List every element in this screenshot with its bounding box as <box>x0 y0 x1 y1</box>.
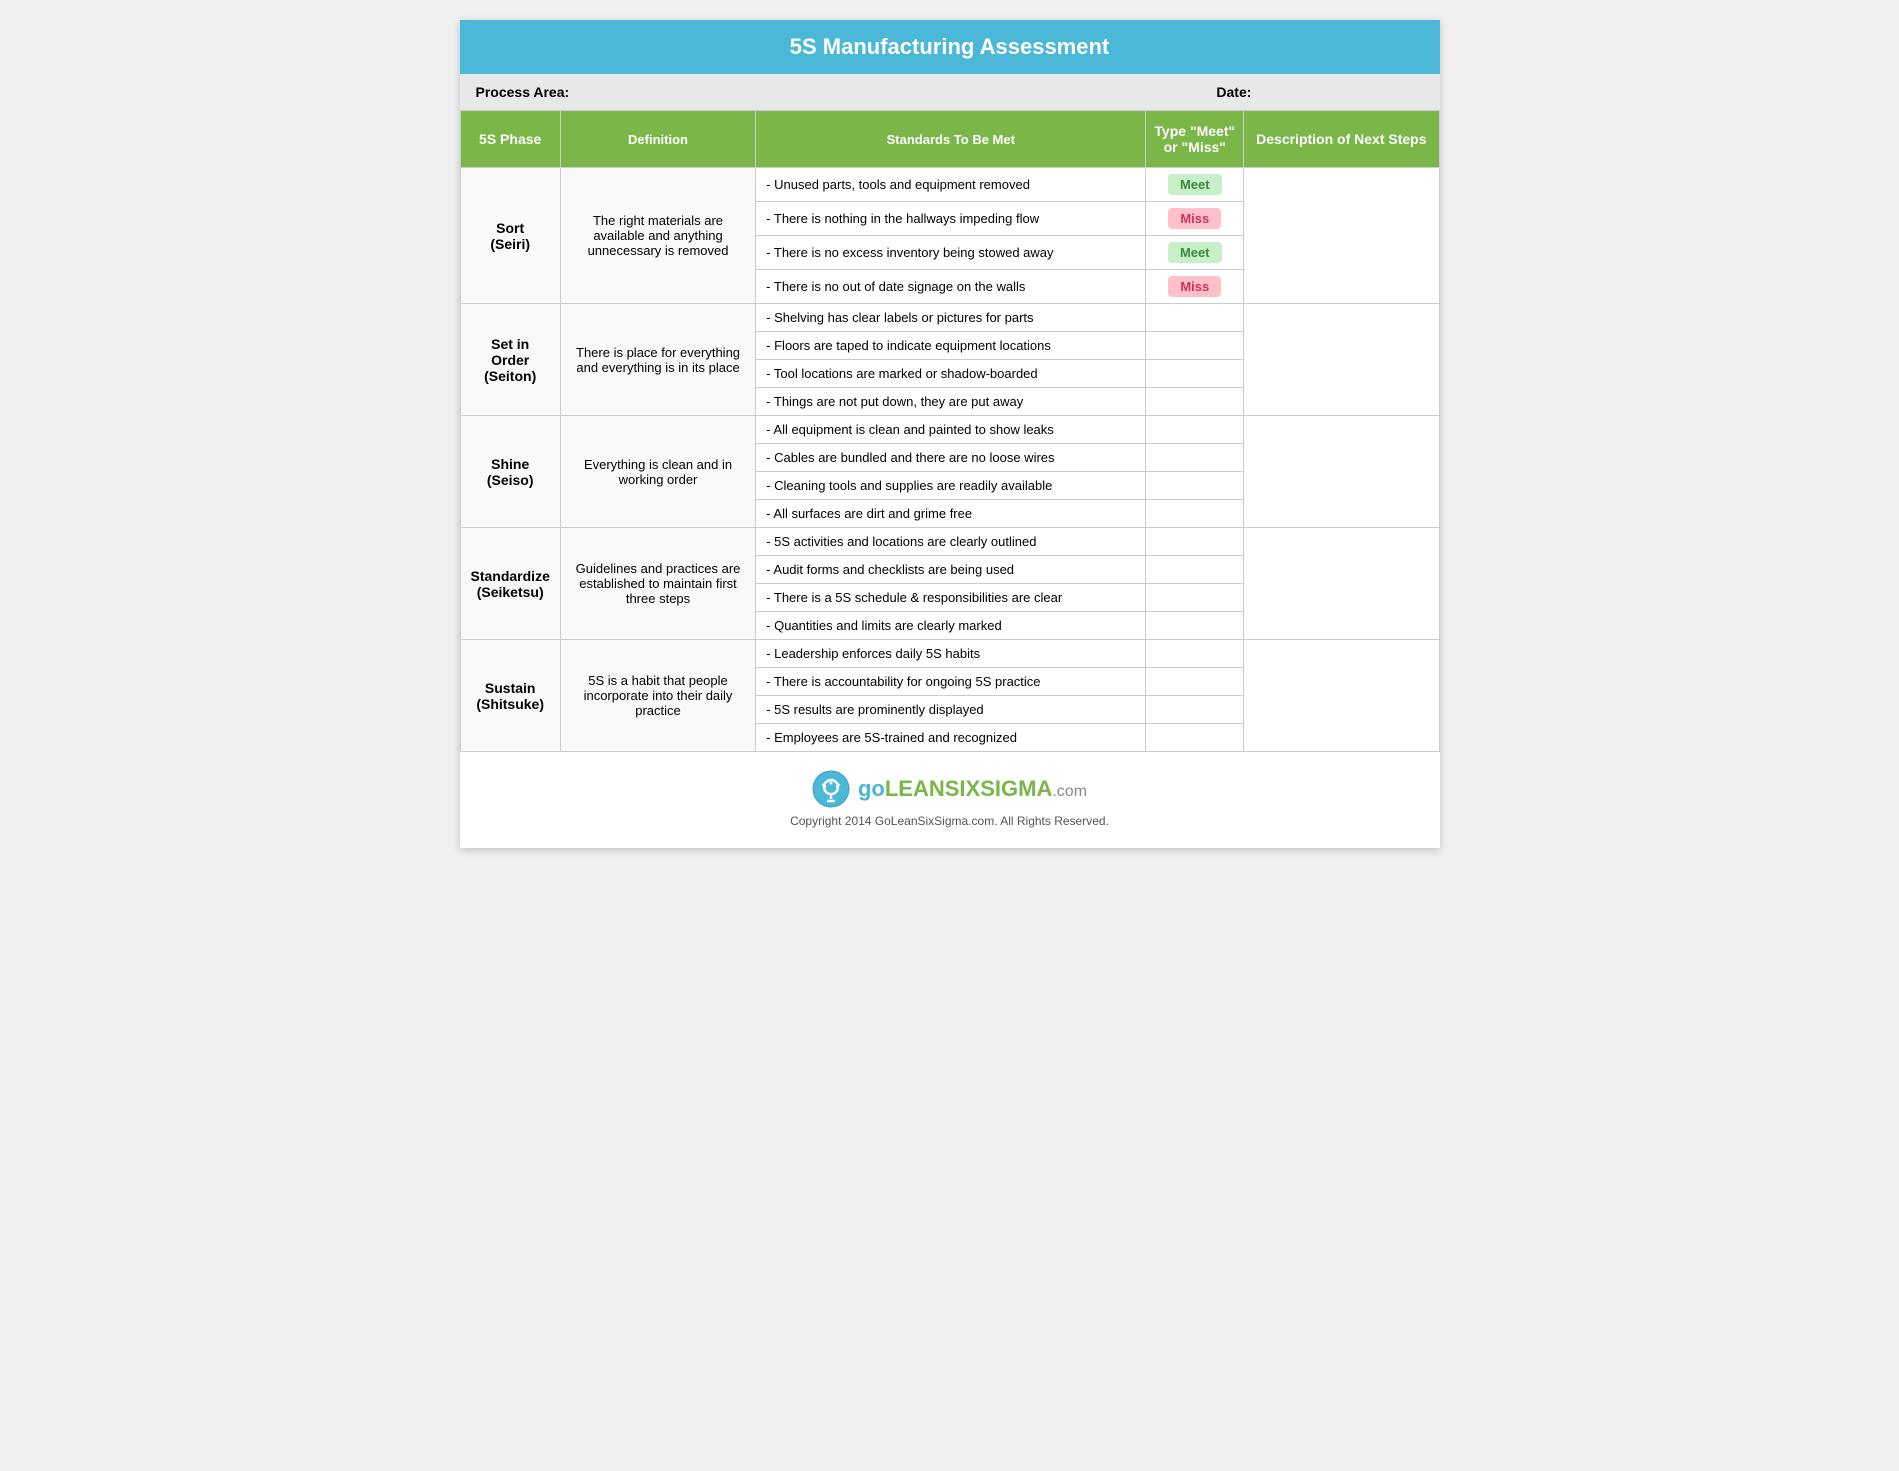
copyright-text: Copyright 2014 GoLeanSixSigma.com. All R… <box>460 814 1440 828</box>
standard-text: - Employees are 5S-trained and recognize… <box>756 724 1146 752</box>
standard-text: - Cables are bundled and there are no lo… <box>756 444 1146 472</box>
table-row: Sort(Seiri)The right materials are avail… <box>460 168 1439 202</box>
table-row: Standardize(Seiketsu)Guidelines and prac… <box>460 528 1439 556</box>
header-definition: Definition <box>560 111 755 168</box>
footer: goLEANSIXSIGMA.com Copyright 2014 GoLean… <box>460 770 1440 828</box>
phase-name: Sort(Seiri) <box>460 168 560 304</box>
standard-text: - All equipment is clean and painted to … <box>756 416 1146 444</box>
table-row: Set in Order(Seiton)There is place for e… <box>460 304 1439 332</box>
phase-definition: There is place for everything and everyt… <box>560 304 755 416</box>
next-steps-cell[interactable] <box>1244 168 1439 304</box>
meet-miss-cell[interactable] <box>1146 556 1244 584</box>
standard-text: - Things are not put down, they are put … <box>756 388 1146 416</box>
meet-miss-cell[interactable] <box>1146 360 1244 388</box>
standard-text: - Quantities and limits are clearly mark… <box>756 612 1146 640</box>
phase-definition: 5S is a habit that people incorporate in… <box>560 640 755 752</box>
phase-name: Shine(Seiso) <box>460 416 560 528</box>
meet-miss-cell[interactable] <box>1146 388 1244 416</box>
meet-miss-cell[interactable] <box>1146 584 1244 612</box>
standard-text: - There is no excess inventory being sto… <box>756 236 1146 270</box>
logo-go: go <box>858 776 885 801</box>
logo-text: goLEANSIXSIGMA.com <box>858 776 1087 802</box>
standard-text: - Audit forms and checklists are being u… <box>756 556 1146 584</box>
meet-miss-cell[interactable] <box>1146 416 1244 444</box>
phase-definition: Guidelines and practices are established… <box>560 528 755 640</box>
assessment-table: 5S Phase Definition Standards To Be Met … <box>460 110 1440 752</box>
standard-text: - There is no out of date signage on the… <box>756 270 1146 304</box>
meet-miss-cell[interactable] <box>1146 640 1244 668</box>
standard-text: - There is a 5S schedule & responsibilit… <box>756 584 1146 612</box>
next-steps-cell[interactable] <box>1244 528 1439 640</box>
meet-miss-cell[interactable]: Meet <box>1146 236 1244 270</box>
footer-logo: goLEANSIXSIGMA.com <box>460 770 1440 808</box>
process-area-label: Process Area: <box>476 84 1045 100</box>
standard-text: - There is nothing in the hallways imped… <box>756 202 1146 236</box>
phase-definition: The right materials are available and an… <box>560 168 755 304</box>
meet-miss-cell[interactable]: Miss <box>1146 202 1244 236</box>
phase-name: Set in Order(Seiton) <box>460 304 560 416</box>
miss-badge: Miss <box>1168 276 1221 297</box>
meet-miss-cell[interactable]: Miss <box>1146 270 1244 304</box>
meet-miss-cell[interactable] <box>1146 528 1244 556</box>
standard-text: - Tool locations are marked or shadow-bo… <box>756 360 1146 388</box>
header-standards: Standards To Be Met <box>756 111 1146 168</box>
phase-name: Standardize(Seiketsu) <box>460 528 560 640</box>
standard-text: - 5S activities and locations are clearl… <box>756 528 1146 556</box>
meet-miss-cell[interactable]: Meet <box>1146 168 1244 202</box>
meet-miss-cell[interactable] <box>1146 724 1244 752</box>
standard-text: - Unused parts, tools and equipment remo… <box>756 168 1146 202</box>
phase-definition: Everything is clean and in working order <box>560 416 755 528</box>
miss-badge: Miss <box>1168 208 1221 229</box>
header-phase: 5S Phase <box>460 111 560 168</box>
page-title: 5S Manufacturing Assessment <box>460 20 1440 74</box>
header-meet-miss: Type "Meet"or "Miss" <box>1146 111 1244 168</box>
date-label: Date: <box>1044 84 1423 100</box>
table-header-row: 5S Phase Definition Standards To Be Met … <box>460 111 1439 168</box>
meta-row: Process Area: Date: <box>460 74 1440 110</box>
meet-miss-cell[interactable] <box>1146 332 1244 360</box>
logo-six: SIX <box>945 776 980 801</box>
standard-text: - All surfaces are dirt and grime free <box>756 500 1146 528</box>
meet-badge: Meet <box>1168 242 1222 263</box>
phase-name: Sustain(Shitsuke) <box>460 640 560 752</box>
standard-text: - Floors are taped to indicate equipment… <box>756 332 1146 360</box>
meet-miss-cell[interactable] <box>1146 696 1244 724</box>
table-row: Shine(Seiso)Everything is clean and in w… <box>460 416 1439 444</box>
meet-miss-cell[interactable] <box>1146 304 1244 332</box>
next-steps-cell[interactable] <box>1244 640 1439 752</box>
standard-text: - Shelving has clear labels or pictures … <box>756 304 1146 332</box>
logo-com: .com <box>1052 783 1087 800</box>
next-steps-cell[interactable] <box>1244 304 1439 416</box>
standard-text: - Cleaning tools and supplies are readil… <box>756 472 1146 500</box>
page-wrapper: 5S Manufacturing Assessment Process Area… <box>460 20 1440 848</box>
meet-badge: Meet <box>1168 174 1222 195</box>
logo-icon <box>812 770 850 808</box>
standard-text: - 5S results are prominently displayed <box>756 696 1146 724</box>
logo-lean: LEAN <box>885 776 945 801</box>
meet-miss-cell[interactable] <box>1146 444 1244 472</box>
meet-miss-cell[interactable] <box>1146 500 1244 528</box>
next-steps-cell[interactable] <box>1244 416 1439 528</box>
meet-miss-cell[interactable] <box>1146 612 1244 640</box>
standard-text: - There is accountability for ongoing 5S… <box>756 668 1146 696</box>
header-next-steps: Description of Next Steps <box>1244 111 1439 168</box>
standard-text: - Leadership enforces daily 5S habits <box>756 640 1146 668</box>
table-row: Sustain(Shitsuke)5S is a habit that peop… <box>460 640 1439 668</box>
meet-miss-cell[interactable] <box>1146 472 1244 500</box>
logo-sigma: SIGMA <box>980 776 1052 801</box>
meet-miss-cell[interactable] <box>1146 668 1244 696</box>
